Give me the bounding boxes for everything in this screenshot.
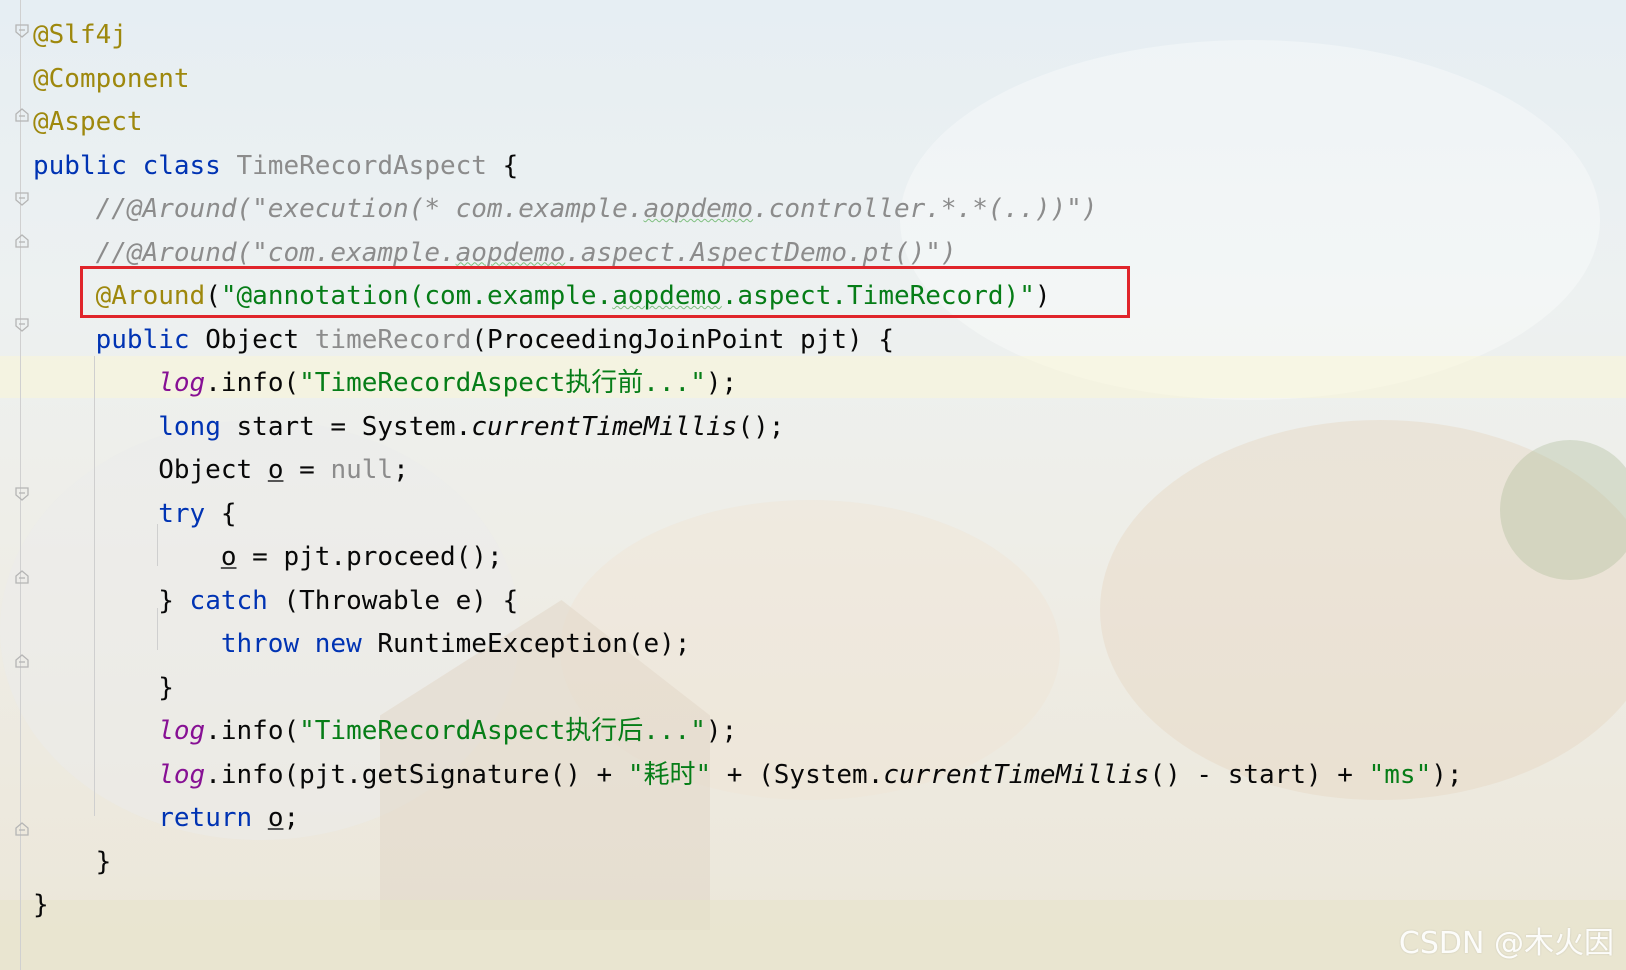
code-token: log — [158, 759, 206, 790]
code-token: public class — [33, 150, 237, 181]
code-token: log — [158, 368, 206, 398]
fold-open-icon[interactable] — [15, 24, 29, 38]
code-line[interactable]: //@Around("execution(* com.example.aopde… — [33, 188, 1463, 232]
code-token: + (System. — [711, 759, 884, 790]
highlight-box — [80, 266, 1130, 318]
code-token: (); — [737, 411, 785, 442]
code-token: (Throwable e) { — [283, 585, 519, 616]
code-token: @Slf4j — [33, 20, 127, 50]
code-line[interactable]: @Component — [33, 58, 1463, 102]
code-token: aopdemo — [455, 237, 566, 268]
code-token: @Aspect — [33, 107, 143, 137]
code-line[interactable]: Object o = null; — [33, 449, 1463, 493]
code-token: currentTimeMillis — [471, 411, 738, 442]
code-token: { — [486, 150, 519, 181]
code-token: .controller.*.*(..))") — [753, 194, 1098, 224]
fold-close-icon[interactable] — [15, 108, 29, 122]
code-token: //@Around("execution(* com.example. — [95, 194, 644, 224]
code-token: o — [267, 803, 284, 833]
code-token: = — [283, 455, 331, 485]
code-token: ; — [393, 455, 409, 485]
code-token: } — [33, 585, 190, 616]
fold-open-icon[interactable] — [15, 318, 29, 332]
fold-open-icon[interactable] — [15, 192, 29, 206]
code-token: log — [158, 716, 206, 746]
code-line[interactable]: long start = System.currentTimeMillis(); — [33, 406, 1463, 450]
code-token: @Component — [33, 63, 190, 94]
code-token: Object — [205, 324, 315, 355]
code-token: = pjt.proceed(); — [236, 542, 503, 572]
code-token: "ms" — [1368, 759, 1432, 790]
code-token: "TimeRecordAspect执行后..." — [299, 716, 706, 746]
code-token: null — [330, 455, 394, 485]
code-token: () - start) + — [1149, 759, 1369, 790]
fold-close-icon[interactable] — [15, 234, 29, 248]
code-token: //@Around("com.example. — [95, 237, 456, 268]
code-line[interactable]: log.info(pjt.getSignature() + "耗时" + (Sy… — [33, 754, 1463, 798]
code-line[interactable]: throw new RuntimeException(e); — [33, 623, 1463, 667]
code-line[interactable]: @Slf4j — [33, 14, 1463, 58]
code-line[interactable]: } — [33, 884, 1463, 928]
code-token: ); — [1431, 759, 1463, 790]
code-line[interactable]: @Aspect — [33, 101, 1463, 145]
code-token: } — [33, 890, 49, 920]
code-token: { — [220, 498, 237, 529]
code-line[interactable]: log.info("TimeRecordAspect执行前..."); — [33, 362, 1463, 406]
fold-close-icon[interactable] — [15, 822, 29, 836]
code-token: start = System. — [236, 411, 472, 442]
code-token: .aspect.AspectDemo.pt()") — [565, 237, 957, 268]
fold-close-icon[interactable] — [15, 654, 29, 668]
code-token: } — [33, 846, 112, 877]
watermark: CSDN @木火因 — [1398, 926, 1614, 961]
code-token: try — [158, 498, 221, 529]
fold-close-icon[interactable] — [15, 570, 29, 584]
code-token: return — [158, 803, 268, 833]
code-token: ; — [283, 803, 300, 833]
code-line[interactable]: } — [33, 667, 1463, 711]
code-line[interactable]: public Object timeRecord(ProceedingJoinP… — [33, 319, 1463, 363]
code-token: .info( — [205, 368, 300, 398]
code-token: o — [267, 455, 284, 485]
code-token: public — [95, 324, 206, 355]
code-line[interactable]: try { — [33, 493, 1463, 537]
code-token: "TimeRecordAspect执行前..." — [299, 368, 706, 398]
code-token: o — [220, 542, 237, 572]
code-editor[interactable]: @Slf4j @Component @Aspect public class Time… — [33, 14, 1463, 928]
fold-open-icon[interactable] — [15, 487, 29, 501]
code-token: RuntimeException(e); — [377, 629, 691, 659]
code-token: "耗时" — [627, 759, 712, 790]
code-token: (ProceedingJoinPoint pjt) { — [471, 324, 894, 355]
code-token: Object — [33, 455, 268, 485]
code-token: ); — [705, 716, 738, 746]
code-line[interactable]: log.info("TimeRecordAspect执行后..."); — [33, 710, 1463, 754]
code-token: } — [33, 672, 174, 703]
code-token: throw new — [220, 629, 378, 659]
code-token: timeRecord — [314, 324, 472, 355]
code-line[interactable]: o = pjt.proceed(); — [33, 536, 1463, 580]
code-token: aopdemo — [643, 194, 754, 224]
code-token: .info( — [205, 716, 300, 746]
code-line[interactable]: return o; — [33, 797, 1463, 841]
code-token: .info(pjt.getSignature() + — [205, 759, 628, 790]
code-line[interactable]: } — [33, 841, 1463, 885]
code-line[interactable]: } catch (Throwable e) { — [33, 580, 1463, 624]
code-token: catch — [189, 585, 284, 616]
code-line[interactable]: public class TimeRecordAspect { — [33, 145, 1463, 189]
code-token: ); — [705, 368, 738, 398]
code-token: long — [158, 411, 237, 442]
code-token: currentTimeMillis — [883, 759, 1150, 790]
code-token: TimeRecordAspect — [236, 150, 487, 181]
